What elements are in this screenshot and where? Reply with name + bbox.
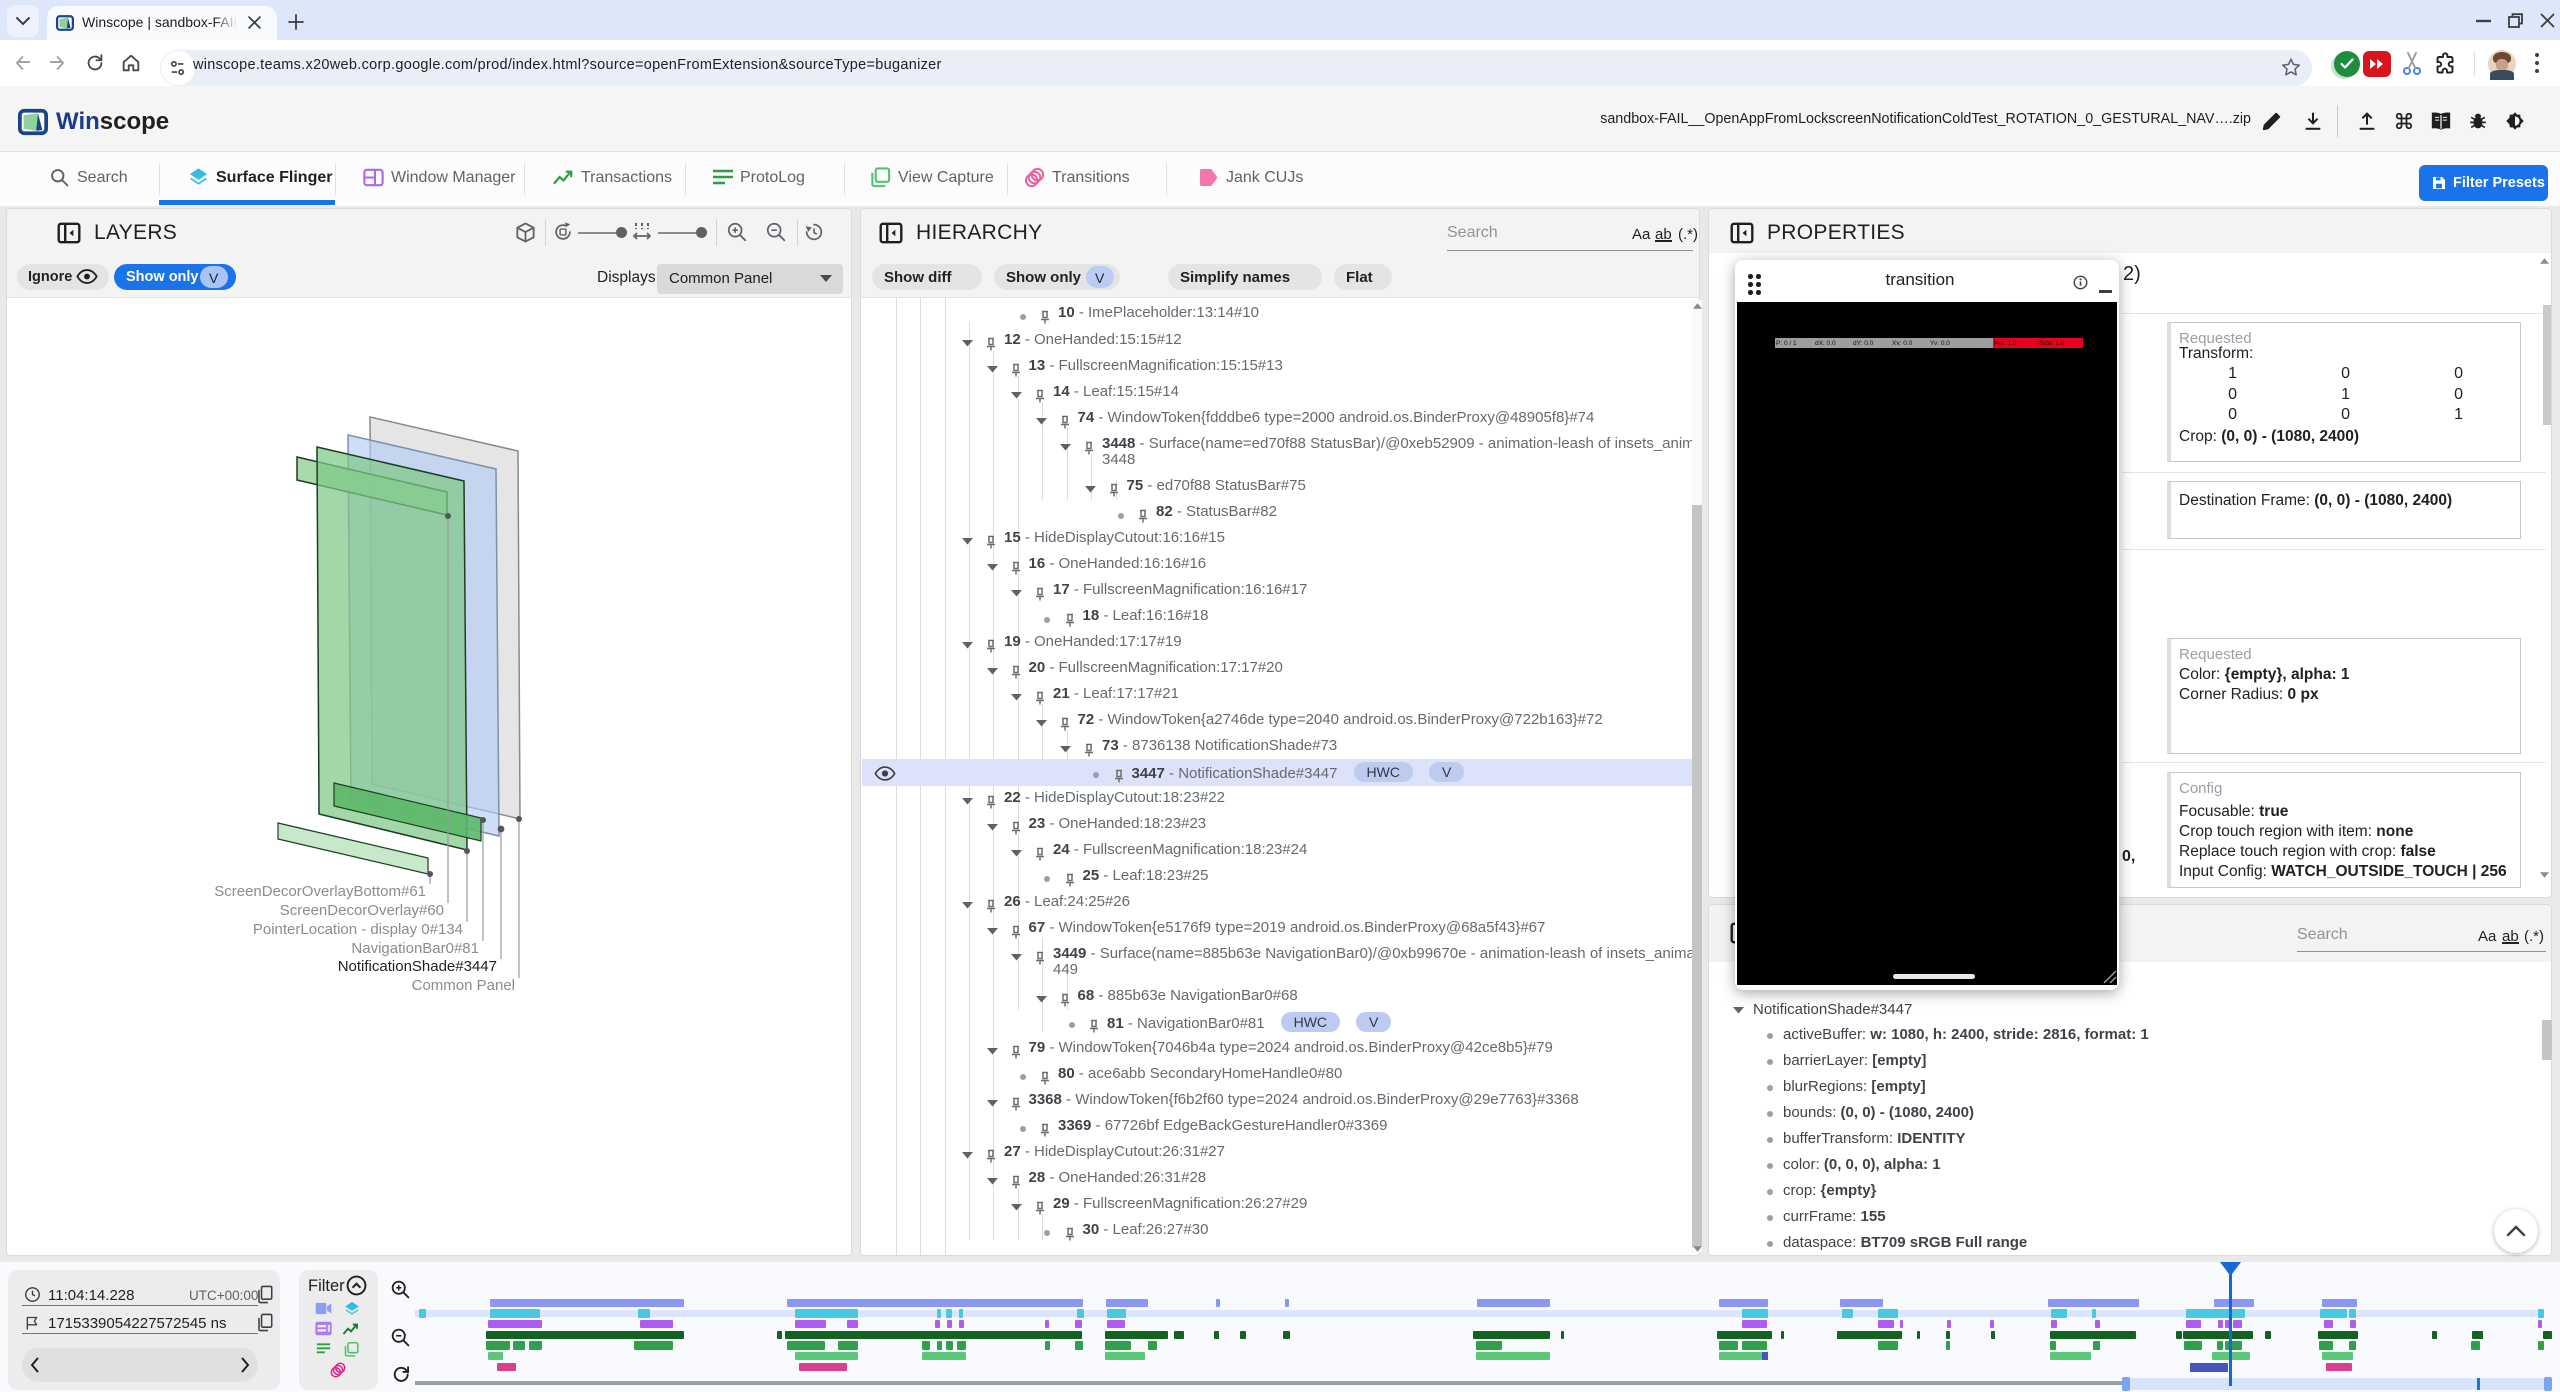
- svg-text:NavigationBar0#81: NavigationBar0#81: [351, 940, 479, 957]
- svg-text:NotificationShade#3447: NotificationShade#3447: [338, 958, 497, 975]
- svg-text:PointerLocation - display 0#13: PointerLocation - display 0#134: [253, 921, 463, 938]
- svg-text:Common Panel: Common Panel: [412, 977, 515, 994]
- svg-text:ScreenDecorOverlay#60: ScreenDecorOverlay#60: [280, 902, 444, 919]
- svg-text:ScreenDecorOverlayBottom#61: ScreenDecorOverlayBottom#61: [214, 883, 426, 900]
